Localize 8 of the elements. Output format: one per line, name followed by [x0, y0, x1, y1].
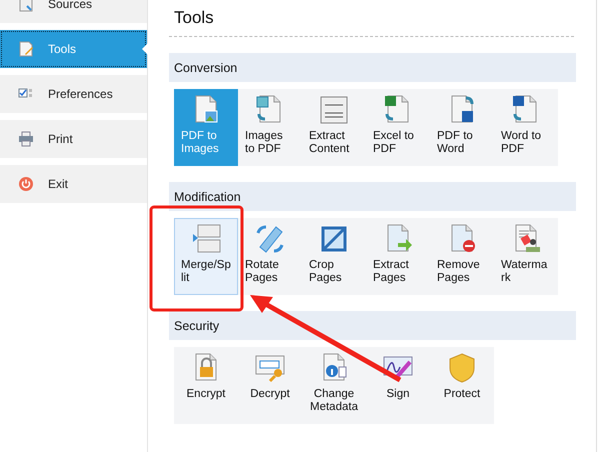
section-header: Conversion [169, 53, 576, 82]
sidebar-item[interactable]: Preferences [0, 75, 147, 113]
page-title: Tools [169, 6, 574, 37]
tool-tile[interactable]: Merge/Split [174, 218, 238, 295]
section-header: Modification [169, 182, 576, 211]
sidebar-item[interactable]: Print [0, 120, 147, 158]
section-header: Security [169, 311, 576, 340]
sidebar-item[interactable]: Exit [0, 165, 147, 203]
